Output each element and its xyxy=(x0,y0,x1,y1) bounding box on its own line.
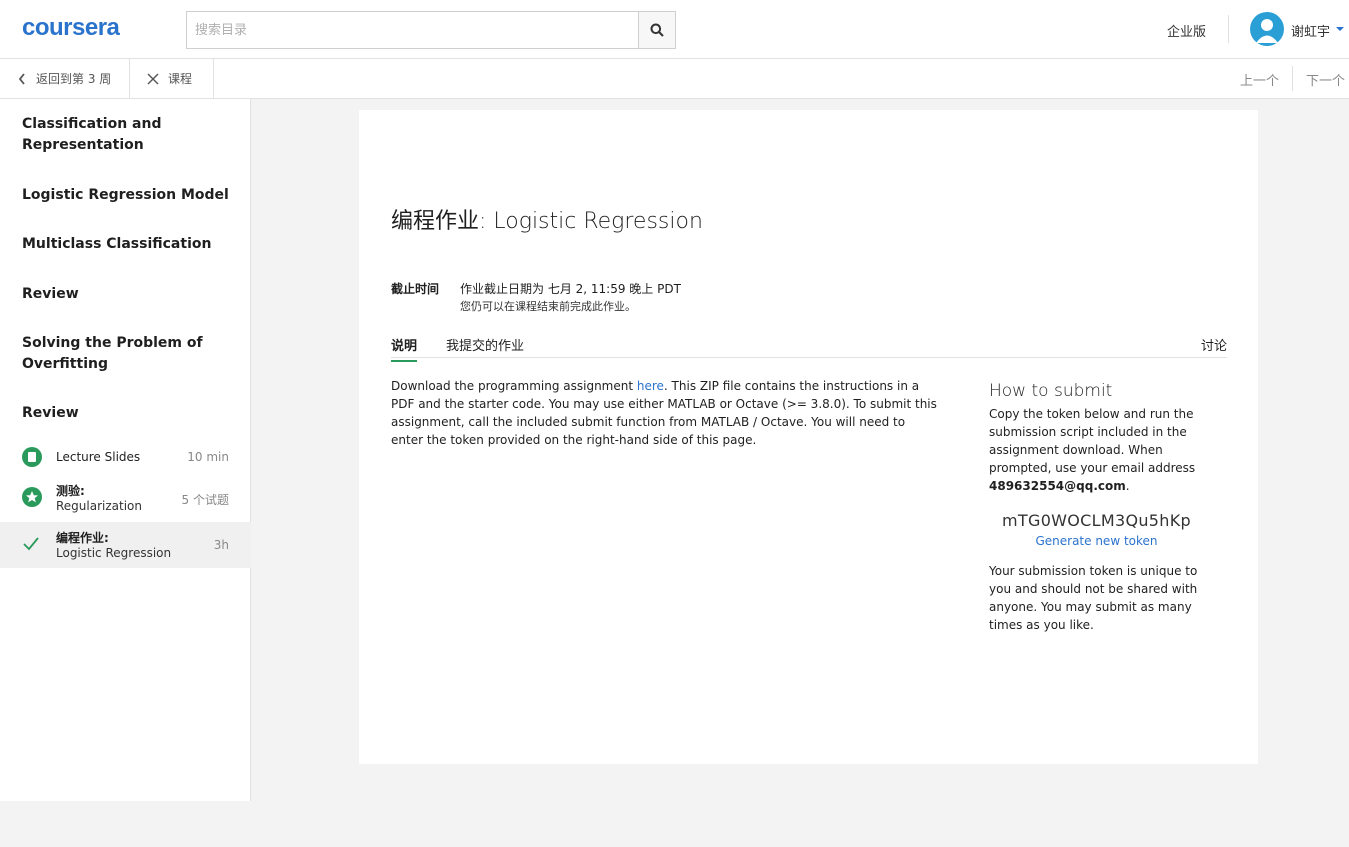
header-divider xyxy=(1228,15,1229,43)
sub-navigation: 返回到第 3 周 课程 上一个 下一个 xyxy=(0,59,1349,99)
how-to-submit-panel: How to submit Copy the token below and r… xyxy=(989,381,1204,634)
assignment-card: 编程作业: Logistic Regression 截止时间 作业截止日期为 七… xyxy=(359,110,1258,764)
sidebar-item-title: 测验: xyxy=(56,484,85,498)
next-button[interactable]: 下一个 xyxy=(1306,70,1345,89)
sidebar-item-title: Lecture Slides xyxy=(56,450,141,464)
sidebar-item-programming-assignment[interactable]: 编程作业: Logistic Regression 3h xyxy=(0,522,251,568)
avatar[interactable] xyxy=(1250,12,1284,46)
course-label: 课程 xyxy=(168,72,193,86)
subnav-divider xyxy=(1292,66,1293,91)
top-header: coursera 企业版 谢虹宇 xyxy=(0,0,1349,59)
sidebar-item-meta: 5 个试题 xyxy=(181,493,229,507)
search-input[interactable] xyxy=(187,12,638,48)
download-link[interactable]: here xyxy=(637,379,664,393)
quiz-star-icon xyxy=(22,487,42,507)
how-to-submit-instructions: Copy the token below and run the submiss… xyxy=(989,407,1196,475)
sidebar: Classification and Representation Logist… xyxy=(0,99,251,801)
search-button[interactable] xyxy=(638,12,675,48)
search-icon xyxy=(650,23,664,37)
search-box xyxy=(186,11,676,49)
submission-token[interactable]: mTG0WOCLM3Qu5hKp xyxy=(989,511,1204,530)
user-icon xyxy=(1256,19,1278,43)
deadline-note: 您仍可以在课程结束前完成此作业。 xyxy=(460,300,636,313)
chevron-left-icon xyxy=(18,72,25,85)
tab-discussions[interactable]: 讨论 xyxy=(1201,335,1227,360)
token-note: Your submission token is unique to you a… xyxy=(989,564,1198,632)
sidebar-item-lecture-slides[interactable]: Lecture Slides 10 min xyxy=(0,442,251,474)
sidebar-section[interactable]: Classification and Representation xyxy=(22,114,232,156)
reading-icon xyxy=(22,447,42,467)
assignment-description: Download the programming assignment here… xyxy=(391,377,939,449)
sidebar-item-quiz[interactable]: 测验: Regularization 5 个试题 xyxy=(0,478,251,518)
description-text-before: Download the programming assignment xyxy=(391,379,637,393)
coursera-logo[interactable]: coursera xyxy=(22,14,120,42)
sidebar-section[interactable]: Logistic Regression Model xyxy=(22,185,232,206)
username[interactable]: 谢虹宇 xyxy=(1291,21,1330,40)
page-title: 编程作业: Logistic Regression xyxy=(391,209,703,234)
tab-my-submissions[interactable]: 我提交的作业 xyxy=(446,335,524,360)
deadline-label: 截止时间 xyxy=(391,282,440,296)
how-to-submit-text: Copy the token below and run the submiss… xyxy=(989,405,1204,495)
sidebar-section[interactable]: Solving the Problem of Overfitting xyxy=(22,333,232,375)
check-icon xyxy=(23,537,39,551)
back-to-week-button[interactable]: 返回到第 3 周 xyxy=(0,59,130,98)
sidebar-item-meta: 3h xyxy=(213,538,229,552)
sidebar-item-subtitle: Regularization xyxy=(56,499,142,513)
sidebar-section[interactable]: Multiclass Classification xyxy=(22,234,232,255)
back-label: 返回到第 3 周 xyxy=(36,72,112,86)
sidebar-item-subtitle: Logistic Regression xyxy=(56,546,172,560)
sidebar-section[interactable]: Review xyxy=(22,284,232,305)
deadline-text: 作业截止日期为 七月 2, 11:59 晚上 PDT xyxy=(460,282,681,296)
user-email: 489632554@qq.com xyxy=(989,479,1126,493)
previous-button[interactable]: 上一个 xyxy=(1240,70,1279,89)
tab-instructions[interactable]: 说明 xyxy=(391,335,418,362)
close-course-button[interactable]: 课程 xyxy=(130,59,214,98)
how-to-submit-heading: How to submit xyxy=(989,381,1113,401)
sidebar-item-duration: 10 min xyxy=(187,450,229,464)
close-icon xyxy=(147,73,159,84)
enterprise-link[interactable]: 企业版 xyxy=(1167,21,1206,40)
chevron-down-icon[interactable] xyxy=(1336,27,1344,31)
assignment-tabs: 说明 我提交的作业 讨论 xyxy=(391,332,1227,362)
sidebar-item-title: 编程作业: xyxy=(56,531,109,545)
sidebar-section[interactable]: Review xyxy=(22,403,232,424)
generate-token-link[interactable]: Generate new token xyxy=(989,534,1204,548)
email-suffix: . xyxy=(1125,479,1130,493)
